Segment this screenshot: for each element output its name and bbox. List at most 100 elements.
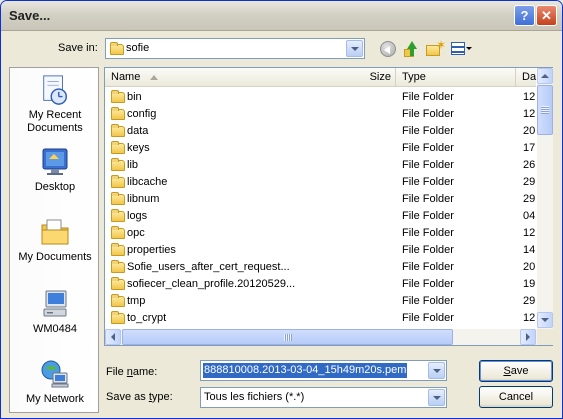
view-icon: [451, 42, 465, 55]
column-header-date[interactable]: Da: [516, 68, 536, 87]
table-row[interactable]: logs File Folder 04: [105, 208, 536, 225]
column-header-type-label: Type: [402, 71, 426, 83]
file-type-cell: File Folder: [402, 312, 454, 324]
file-name-cell: data: [127, 125, 149, 137]
file-type-cell: File Folder: [402, 278, 454, 290]
column-header-size-label: Size: [369, 71, 391, 83]
place-label: WM0484: [32, 323, 78, 335]
table-row[interactable]: lib File Folder 26: [105, 157, 536, 174]
save-button[interactable]: Save: [479, 360, 553, 382]
table-row[interactable]: keys File Folder 17: [105, 140, 536, 157]
save-type-label-part: ype:: [151, 391, 173, 403]
file-type-cell: File Folder: [402, 159, 454, 171]
save-button-label: ave: [510, 365, 529, 377]
file-name-cell: config: [127, 108, 157, 120]
file-date-cell: 29: [523, 176, 536, 188]
column-header-date-label: Da: [522, 71, 537, 83]
file-date-cell: 29: [523, 193, 536, 205]
scroll-down-icon[interactable]: [537, 312, 553, 328]
table-row[interactable]: data File Folder 20: [105, 123, 536, 140]
file-type-cell: File Folder: [402, 108, 454, 120]
new-folder-button[interactable]: ✶: [424, 38, 446, 59]
scroll-up-icon[interactable]: [537, 68, 553, 84]
recent-documents-icon: [43, 75, 67, 105]
file-date-cell: 12: [523, 312, 536, 324]
folder-icon: [111, 226, 125, 239]
place-my-network[interactable]: My Network: [10, 358, 100, 406]
file-name-cell: sofiecer_clean_profile.20120529...: [127, 278, 296, 290]
window-title: Save...: [9, 8, 51, 23]
file-date-cell: 14: [523, 244, 536, 256]
file-list[interactable]: Name Size Type Da bin File Folder 12 config…: [104, 67, 553, 346]
folder-icon: [111, 209, 125, 222]
chevron-down-icon[interactable]: [346, 40, 363, 57]
up-arrow-shaft: [410, 48, 414, 56]
file-name-cell: properties: [127, 244, 176, 256]
folder-icon: [111, 158, 125, 171]
file-date-cell: 19: [523, 278, 536, 290]
table-row[interactable]: config File Folder 12: [105, 106, 536, 123]
file-name-label: File name:: [106, 366, 157, 378]
file-type-cell: File Folder: [402, 227, 454, 239]
cancel-button[interactable]: Cancel: [479, 386, 553, 408]
file-rows: bin File Folder 12 config File Folder 12 data F…: [105, 89, 536, 329]
place-my-recent-documents[interactable]: My Recent Documents: [10, 74, 100, 135]
vertical-scroll-thumb[interactable]: [537, 85, 553, 135]
file-name-input[interactable]: 888810008.2013-03-04_15h49m20s.pem: [200, 360, 445, 381]
save-in-value: sofie: [126, 42, 150, 54]
file-date-cell: 26: [523, 159, 536, 171]
table-row[interactable]: sofiecer_clean_profile.20120529... File F…: [105, 276, 536, 293]
place-label: My Network: [25, 393, 85, 405]
save-as-type-value: Tous les fichiers (*.*): [204, 391, 305, 403]
file-name-history-dropdown[interactable]: [428, 360, 447, 381]
column-header-name-label: Name: [111, 71, 141, 83]
chevron-down-icon[interactable]: [428, 389, 445, 406]
table-row[interactable]: tmp File Folder 29: [105, 293, 536, 310]
place-my-documents[interactable]: My Documents: [10, 216, 100, 264]
scroll-right-icon[interactable]: [520, 329, 536, 345]
horizontal-scrollbar[interactable]: [105, 329, 537, 345]
table-row[interactable]: opc File Folder 12: [105, 225, 536, 242]
folder-icon: [111, 243, 125, 256]
folder-icon: [111, 311, 125, 324]
table-row[interactable]: libcache File Folder 29: [105, 174, 536, 191]
file-name-value: 888810008.2013-03-04_15h49m20s.pem: [203, 363, 408, 378]
folder-icon: [111, 260, 125, 273]
folder-icon: [111, 124, 125, 137]
up-one-level-button[interactable]: [401, 39, 423, 59]
file-name-label-part: ame:: [132, 366, 158, 378]
vertical-scrollbar[interactable]: [537, 68, 553, 329]
file-date-cell: 12: [523, 91, 536, 103]
table-row[interactable]: bin File Folder 12: [105, 89, 536, 106]
column-header-row: Name Size Type Da: [105, 68, 536, 87]
folder-icon: [111, 107, 125, 120]
horizontal-scroll-thumb[interactable]: [122, 329, 453, 345]
computer-icon: [43, 290, 67, 317]
help-icon[interactable]: ?: [514, 5, 535, 26]
file-name-cell: libcache: [127, 176, 168, 188]
file-date-cell: 20: [523, 261, 536, 273]
file-name-cell: lib: [127, 159, 139, 171]
file-type-cell: File Folder: [402, 91, 454, 103]
file-name-cell: bin: [127, 91, 142, 103]
close-icon[interactable]: ✕: [536, 5, 557, 26]
chevron-down-icon[interactable]: [428, 362, 445, 379]
table-row[interactable]: to_crypt File Folder 12: [105, 310, 536, 327]
view-menu-button[interactable]: [448, 39, 472, 59]
scroll-left-icon[interactable]: [105, 329, 121, 345]
title-bar[interactable]: Save... ? ✕: [1, 1, 562, 31]
save-as-type-dropdown[interactable]: Tous les fichiers (*.*): [200, 387, 447, 408]
column-header-type[interactable]: Type: [396, 68, 516, 87]
back-button[interactable]: [377, 39, 399, 59]
place-desktop[interactable]: Desktop: [10, 146, 100, 194]
file-type-cell: File Folder: [402, 176, 454, 188]
file-date-cell: 17: [523, 142, 536, 154]
save-in-dropdown[interactable]: sofie: [105, 38, 365, 59]
file-type-cell: File Folder: [402, 261, 454, 273]
file-name-cell: logs: [127, 210, 148, 222]
table-row[interactable]: libnum File Folder 29: [105, 191, 536, 208]
table-row[interactable]: Sofie_users_after_cert_request... File Fo…: [105, 259, 536, 276]
table-row[interactable]: properties File Folder 14: [105, 242, 536, 259]
place-computer[interactable]: WM0484: [10, 288, 100, 336]
column-header-size[interactable]: Size: [348, 68, 396, 87]
